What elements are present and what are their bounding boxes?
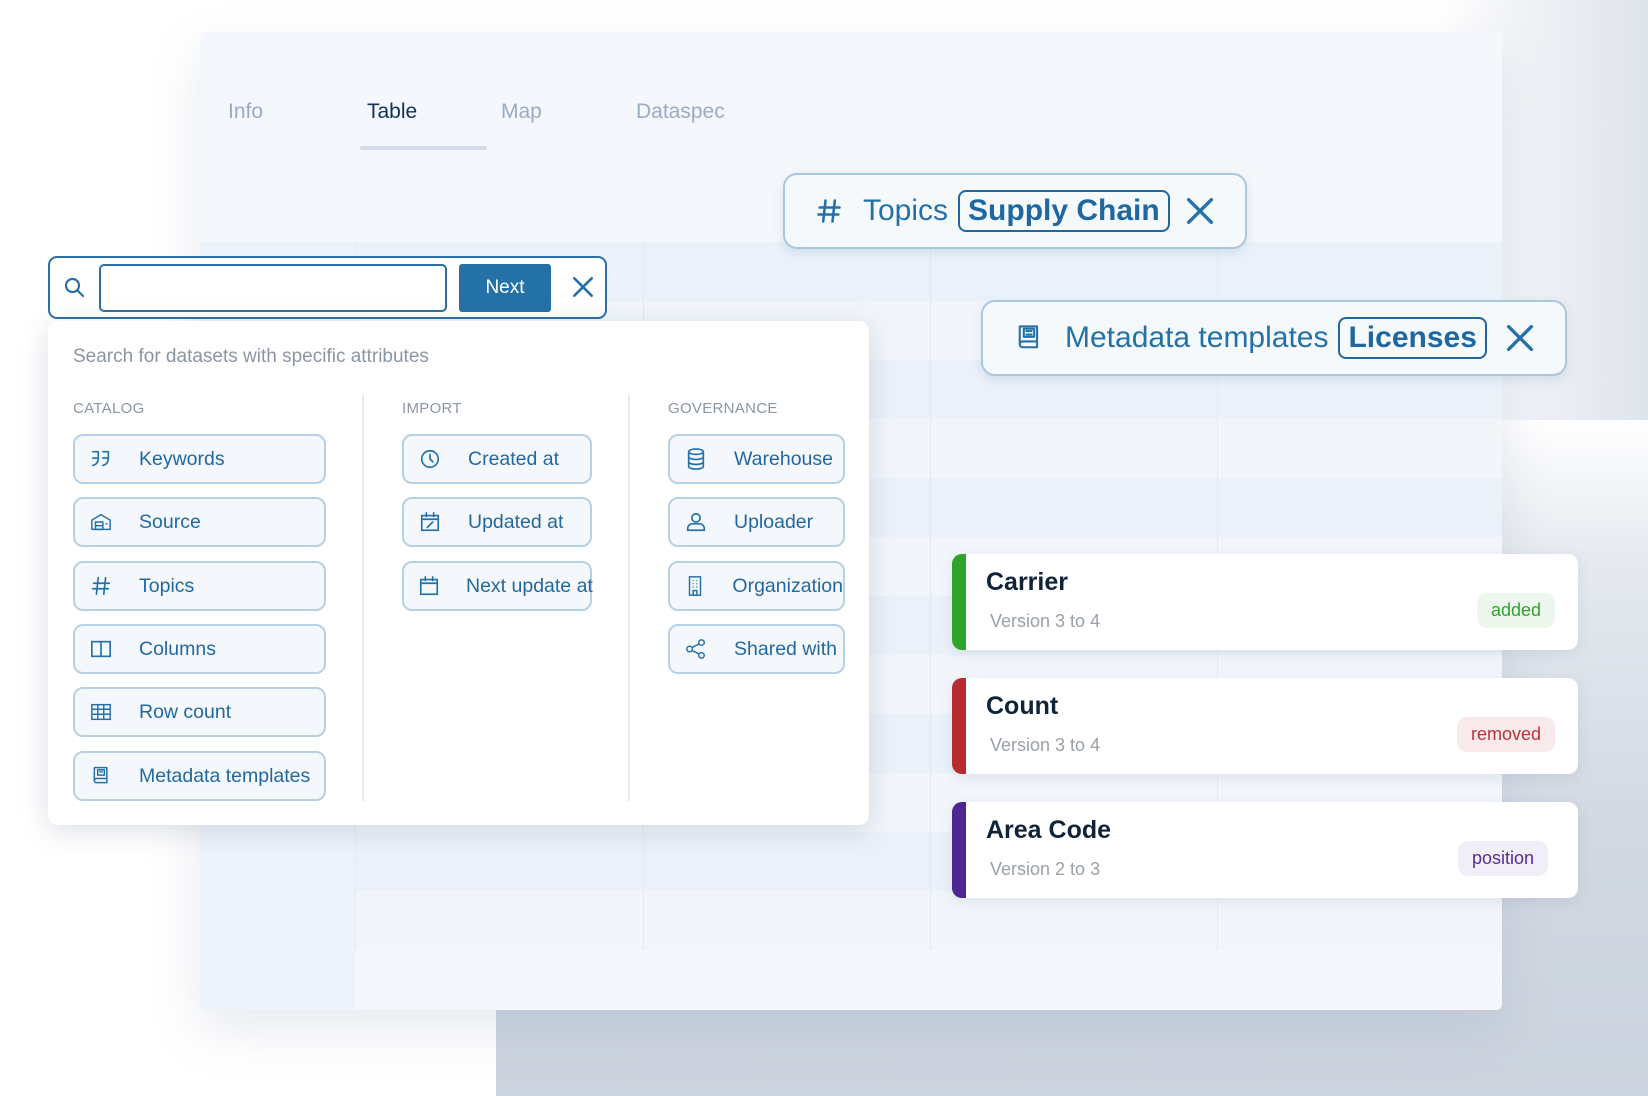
next-button[interactable]: Next [459,264,551,312]
filter-chip-label: Metadata templates [1065,321,1329,354]
office-building-icon [684,574,706,598]
attr-button-next-update-at[interactable]: Next update at [402,561,593,611]
hash-icon [89,574,113,598]
search-bar: Next [48,256,607,319]
attr-button-keywords[interactable]: Keywords [73,434,326,484]
attr-button-updated-at[interactable]: Updated at [402,497,592,547]
stage: Info Table Map Dataspec Topics Supply Ch… [0,0,1648,1096]
change-card-title: Count [986,692,1059,720]
tab-table[interactable]: Table [367,100,417,124]
close-icon[interactable] [570,274,596,305]
status-badge: removed [1456,717,1555,752]
attr-label: Columns [139,637,216,660]
attr-button-shared-with[interactable]: Shared with [668,624,845,674]
database-icon [684,447,708,471]
search-icon [62,275,86,304]
attr-label: Warehouse [734,447,833,470]
status-stripe [952,554,966,650]
change-card-subtitle: Version 2 to 3 [990,859,1101,879]
status-badge: position [1457,841,1548,876]
attr-label: Metadata templates [139,764,311,787]
attr-button-source[interactable]: Source [73,497,326,547]
active-tab-indicator [360,146,487,150]
clock-icon [418,447,442,471]
quote-icon [89,447,113,471]
attr-label: Next update at [466,574,593,597]
tab-info[interactable]: Info [228,100,263,124]
close-icon[interactable] [1183,194,1217,228]
attr-label: Row count [139,700,232,723]
attr-button-created-at[interactable]: Created at [402,434,592,484]
attr-label: Shared with [734,637,837,660]
status-badge: added [1476,593,1555,628]
status-stripe [952,802,966,898]
column-title-governance: GOVERNANCE [668,400,778,417]
user-icon [684,510,708,534]
change-card-subtitle: Version 3 to 4 [990,611,1101,631]
status-stripe [952,678,966,774]
calendar-icon [418,574,440,598]
book-icon [1015,323,1043,353]
building-source-icon [89,510,113,534]
column-divider [628,395,630,801]
filter-chip-value: Licenses [1338,317,1487,359]
attr-button-warehouse[interactable]: Warehouse [668,434,845,484]
attr-button-columns[interactable]: Columns [73,624,326,674]
attr-label: Keywords [139,447,225,470]
attr-label: Organization [732,574,843,597]
attr-label: Topics [139,574,195,597]
column-title-import: IMPORT [402,400,462,417]
columns-icon [89,637,113,661]
change-card-title: Area Code [986,816,1112,844]
hash-icon [815,197,843,225]
filter-chip-metadata-templates[interactable]: Metadata templates Licenses [981,300,1567,376]
tab-map[interactable]: Map [501,100,542,124]
column-divider [930,242,931,950]
column-title-catalog: CATALOG [73,400,145,417]
table-row [355,891,1502,950]
attr-button-row-count[interactable]: Row count [73,687,326,737]
change-card-area-code[interactable]: Area Code Version 2 to 3 position [952,802,1578,898]
filter-chip-topics[interactable]: Topics Supply Chain [783,173,1247,249]
attr-label: Source [139,510,201,533]
attr-button-uploader[interactable]: Uploader [668,497,845,547]
column-divider [362,395,364,801]
table-grid-icon [89,700,113,724]
attr-label: Uploader [734,510,814,533]
change-card-subtitle: Version 3 to 4 [990,735,1101,755]
book-icon [89,764,113,788]
tab-dataspec[interactable]: Dataspec [636,100,725,124]
change-card-carrier[interactable]: Carrier Version 3 to 4 added [952,554,1578,650]
attr-button-metadata-templates[interactable]: Metadata templates [73,751,326,801]
change-card-title: Carrier [986,568,1068,596]
filter-chip-value: Supply Chain [958,190,1170,232]
attr-button-organization[interactable]: Organization [668,561,845,611]
attr-button-topics[interactable]: Topics [73,561,326,611]
search-input[interactable] [99,264,447,312]
dropdown-hint: Search for datasets with specific attrib… [73,346,429,367]
table-row [355,950,1502,1010]
change-card-count[interactable]: Count Version 3 to 4 removed [952,678,1578,774]
filter-chip-label: Topics [863,194,949,227]
attr-label: Updated at [468,510,564,533]
share-icon [684,637,708,661]
attr-label: Created at [468,447,560,470]
attribute-dropdown: Search for datasets with specific attrib… [48,321,869,825]
calendar-edit-icon [418,510,442,534]
close-icon[interactable] [1503,321,1537,355]
